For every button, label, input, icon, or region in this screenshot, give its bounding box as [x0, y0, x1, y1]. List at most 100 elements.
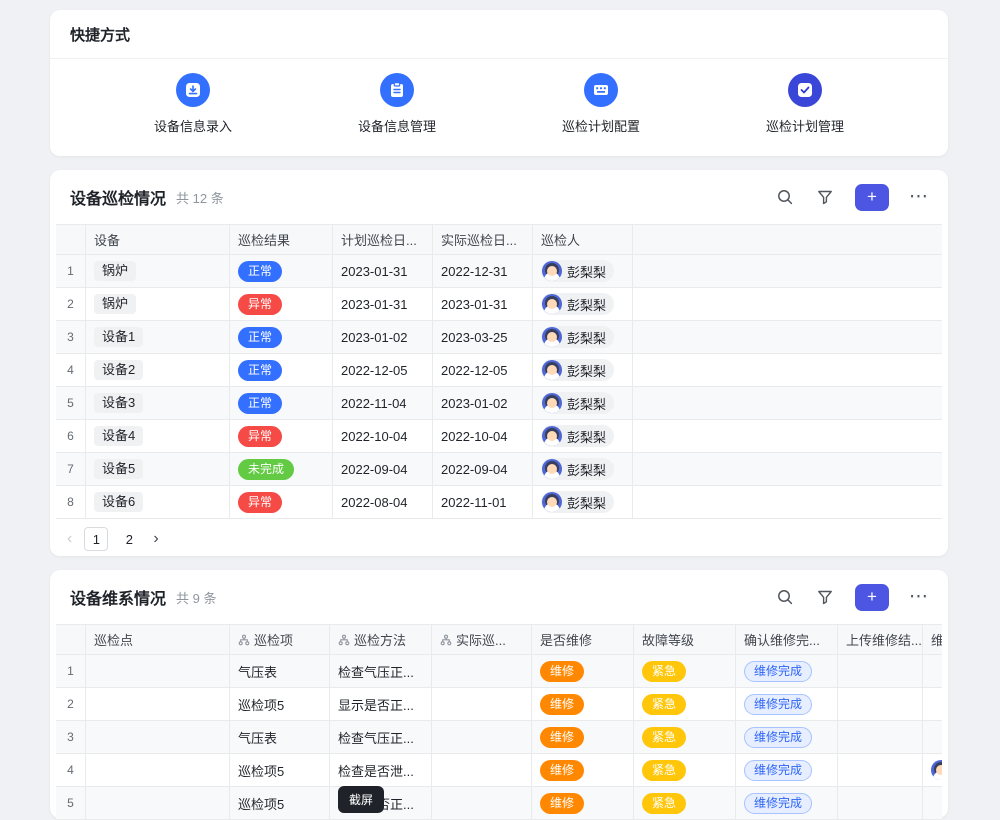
header-confirm[interactable]: 确认维修完...	[736, 625, 838, 654]
header-item[interactable]: 巡检项	[230, 625, 330, 654]
actual-date-cell: 2023-01-31	[433, 288, 533, 320]
table-row[interactable]: 4 巡检项5 检查是否泄... 维修 紧急 维修完成	[56, 754, 942, 787]
inspection-table: 设备 巡检结果 计划巡检日... 实际巡检日... 巡检人 1 锅炉 正常 20…	[56, 224, 942, 519]
table-row[interactable]: 1 气压表 检查气压正... 维修 紧急 维修完成	[56, 655, 942, 688]
repair-badge: 维修	[540, 661, 584, 682]
header-upload[interactable]: 上传维修结...	[838, 625, 923, 654]
row-filler	[633, 354, 942, 386]
person-chip: 彭梨梨	[541, 491, 614, 513]
result-cell: 正常	[230, 255, 333, 287]
more-menu-icon[interactable]: ⋯	[909, 187, 928, 207]
header-repair[interactable]: 是否维修	[532, 625, 634, 654]
header-index	[56, 625, 86, 654]
person-chip: 彭梨梨	[541, 425, 614, 447]
actual-date-cell: 2022-12-31	[433, 255, 533, 287]
avatar	[542, 459, 562, 479]
level-cell: 紧急	[634, 787, 736, 819]
page-2[interactable]: 2	[117, 527, 141, 551]
device-cell: 锅炉	[86, 288, 230, 320]
worker-cell	[923, 787, 942, 819]
device-chip: 设备5	[94, 459, 143, 479]
device-chip: 设备4	[94, 426, 143, 446]
repair-cell: 维修	[532, 787, 634, 819]
repair-cell: 维修	[532, 688, 634, 720]
point-cell	[86, 721, 230, 753]
header-actual-date[interactable]: 实际巡检日...	[433, 225, 533, 254]
header-plan-date[interactable]: 计划巡检日...	[333, 225, 433, 254]
method-cell: 检查气压正...	[330, 721, 432, 753]
inspector-cell: 彭梨梨	[533, 354, 633, 386]
add-record-button[interactable]: +	[855, 584, 889, 611]
plan-date-cell: 2022-10-04	[333, 420, 433, 452]
table-row[interactable]: 2 锅炉 异常 2023-01-31 2023-01-31 彭梨梨	[56, 288, 942, 321]
table-row[interactable]: 7 设备5 未完成 2022-09-04 2022-09-04 彭梨梨	[56, 453, 942, 486]
add-record-button[interactable]: +	[855, 184, 889, 211]
row-index: 8	[56, 486, 86, 518]
shortcut-device-entry[interactable]: 设备信息录入	[154, 73, 232, 135]
actual-cell	[432, 721, 532, 753]
table-row[interactable]: 3 设备1 正常 2023-01-02 2023-03-25 彭梨梨	[56, 321, 942, 354]
page-1[interactable]: 1	[84, 527, 108, 551]
header-level[interactable]: 故障等级	[634, 625, 736, 654]
filter-icon[interactable]	[815, 587, 835, 607]
row-index: 4	[56, 754, 86, 786]
shortcut-plan-manage[interactable]: 巡检计划管理	[766, 73, 844, 135]
device-chip: 设备2	[94, 360, 143, 380]
avatar	[542, 393, 562, 413]
repair-cell: 维修	[532, 655, 634, 687]
shortcut-device-manage[interactable]: 设备信息管理	[358, 73, 436, 135]
row-filler	[633, 486, 942, 518]
upload-cell	[838, 754, 923, 786]
item-cell: 气压表	[230, 655, 330, 687]
table-row[interactable]: 6 设备4 异常 2022-10-04 2022-10-04 彭梨梨	[56, 420, 942, 453]
upload-cell	[838, 787, 923, 819]
header-point[interactable]: 巡检点	[86, 625, 230, 654]
row-index: 4	[56, 354, 86, 386]
search-icon[interactable]	[775, 587, 795, 607]
filter-icon[interactable]	[815, 187, 835, 207]
table-row[interactable]: 3 气压表 检查气压正... 维修 紧急 维修完成	[56, 721, 942, 754]
person-chip: 彭梨梨	[541, 326, 614, 348]
repair-cell: 维修	[532, 754, 634, 786]
point-cell	[86, 787, 230, 819]
method-cell: 检查是否泄...	[330, 754, 432, 786]
table-row[interactable]: 8 设备6 异常 2022-08-04 2022-11-01 彭梨梨	[56, 486, 942, 519]
repair-badge: 维修	[540, 727, 584, 748]
search-icon[interactable]	[775, 187, 795, 207]
maintenance-table-header: 巡检点 巡检项 巡检方法 实际巡... 是否维修 故障等级 确认维修完... 上…	[56, 625, 942, 655]
table-row[interactable]: 5 设备3 正常 2022-11-04 2023-01-02 彭梨梨	[56, 387, 942, 420]
status-badge: 正常	[238, 360, 282, 381]
header-method[interactable]: 巡检方法	[330, 625, 432, 654]
person-chip: 彭梨梨	[541, 458, 614, 480]
table-row[interactable]: 4 设备2 正常 2022-12-05 2022-12-05 彭梨梨	[56, 354, 942, 387]
status-badge: 异常	[238, 294, 282, 315]
result-cell: 异常	[230, 288, 333, 320]
actual-cell	[432, 688, 532, 720]
prev-page-icon[interactable]: ‹	[64, 530, 75, 548]
status-badge: 正常	[238, 327, 282, 348]
shortcut-plan-config[interactable]: 巡检计划配置	[562, 73, 640, 135]
person-name: 彭梨梨	[567, 295, 606, 314]
table-row[interactable]: 1 锅炉 正常 2023-01-31 2022-12-31 彭梨梨	[56, 255, 942, 288]
pagination: ‹ 1 2 ›	[50, 519, 948, 551]
person-name: 彭梨梨	[567, 427, 606, 446]
worker-cell	[923, 655, 942, 687]
plan-date-cell: 2022-12-05	[333, 354, 433, 386]
urgent-badge: 紧急	[642, 760, 686, 781]
result-cell: 正常	[230, 321, 333, 353]
more-menu-icon[interactable]: ⋯	[909, 587, 928, 607]
maintenance-table: 巡检点 巡检项 巡检方法 实际巡... 是否维修 故障等级 确认维修完... 上…	[56, 624, 942, 820]
header-inspector[interactable]: 巡检人	[533, 225, 633, 254]
header-actual[interactable]: 实际巡...	[432, 625, 532, 654]
next-page-icon[interactable]: ›	[150, 530, 161, 548]
person-name: 彭梨梨	[567, 394, 606, 413]
header-result[interactable]: 巡检结果	[230, 225, 333, 254]
table-row[interactable]: 2 巡检项5 显示是否正... 维修 紧急 维修完成	[56, 688, 942, 721]
confirm-cell: 维修完成	[736, 655, 838, 687]
table-row[interactable]: 5 巡检项5 显示是否正... 维修 紧急 维修完成	[56, 787, 942, 820]
upload-cell	[838, 655, 923, 687]
header-worker[interactable]: 维...	[923, 625, 942, 654]
maintenance-title: 设备维系情况	[70, 585, 166, 609]
header-device[interactable]: 设备	[86, 225, 230, 254]
result-cell: 未完成	[230, 453, 333, 485]
